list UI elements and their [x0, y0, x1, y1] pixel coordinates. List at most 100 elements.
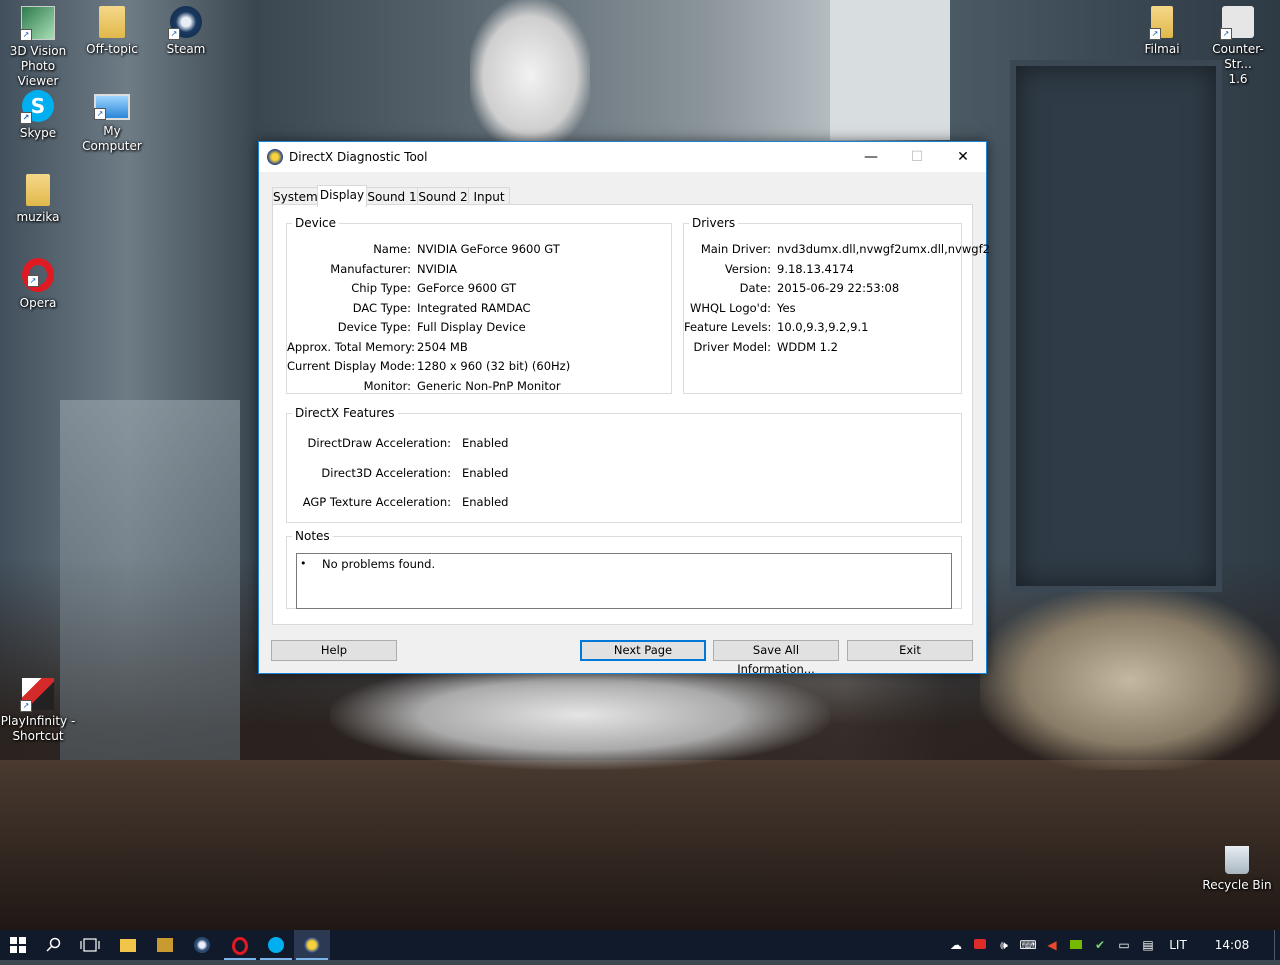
folder-icon: ↗: [1149, 6, 1173, 40]
field-label: Name:: [373, 242, 411, 256]
desktop-icon-label: Recycle Bin: [1202, 878, 1272, 892]
field-value: Full Display Device: [417, 320, 526, 334]
field-label: Monitor:: [363, 379, 411, 393]
skype-icon: [268, 937, 284, 953]
save-all-information-button[interactable]: Save All Information...: [713, 640, 839, 676]
app-icon: [157, 938, 173, 952]
search-button[interactable]: [36, 930, 72, 960]
field-label: WHQL Logo'd:: [689, 301, 771, 315]
desktop-icon-opera[interactable]: ↗ Opera: [0, 252, 76, 311]
field-value: nvd3dumx.dll,nvwgf2umx.dll,nvwgf2: [777, 242, 990, 256]
desktop-icon-my-computer[interactable]: ↗ My Computer: [74, 84, 150, 154]
taskbar-file-explorer[interactable]: [110, 930, 146, 960]
field-value: WDDM 1.2: [777, 340, 838, 354]
notes-box[interactable]: • No problems found.: [296, 553, 952, 609]
help-button[interactable]: Help: [271, 640, 397, 661]
field-value: Enabled: [462, 436, 509, 450]
clock[interactable]: 14:08: [1212, 930, 1252, 960]
notes-legend: Notes: [295, 529, 330, 543]
desktop-icon-label: muzika: [16, 210, 60, 224]
directx-diagnostic-window: DirectX Diagnostic Tool — ☐ ✕ System Dis…: [258, 141, 990, 676]
tab-display[interactable]: Display: [317, 185, 367, 207]
task-view-button[interactable]: [72, 930, 108, 960]
field-value: Yes: [777, 301, 796, 315]
search-icon: [46, 937, 61, 952]
field-value: Integrated RAMDAC: [417, 301, 531, 315]
onedrive-icon[interactable]: ☁: [946, 930, 966, 960]
desktop-icon-label: 3D Vision: [9, 44, 67, 58]
taskbar-steam[interactable]: [184, 930, 220, 960]
field-label: Current Display Mode:: [287, 359, 416, 373]
taskbar-app[interactable]: [147, 930, 183, 960]
taskbar-skype[interactable]: [258, 930, 294, 960]
field-label: Main Driver:: [700, 242, 771, 256]
field-value: 2015-06-29 22:53:08: [777, 281, 900, 295]
desktop-icon-muzika[interactable]: muzika: [0, 168, 76, 225]
desktop-icon-3d-vision[interactable]: ↗ 3D Vision Photo Viewer: [0, 0, 76, 89]
field-value: Enabled: [462, 495, 509, 509]
desktop-icon-steam[interactable]: ↗ Steam: [148, 0, 224, 57]
desktop-icon-recycle-bin[interactable]: Recycle Bin: [1199, 840, 1275, 893]
desktop-icon-label: PlayInfinity -: [0, 714, 76, 728]
drivers-legend: Drivers: [692, 216, 736, 230]
computer-icon: ↗: [94, 94, 130, 120]
field-label: Version:: [724, 262, 771, 276]
taskbar-opera[interactable]: [222, 930, 258, 960]
playinfinity-icon: ↗: [20, 678, 54, 712]
tray-app-icon[interactable]: [970, 930, 990, 960]
exit-button[interactable]: Exit: [847, 640, 973, 661]
desktop-icon-label: Filmai: [1144, 42, 1180, 56]
speaker-icon[interactable]: ◀: [1042, 930, 1062, 960]
nvidia-icon[interactable]: [1066, 930, 1086, 960]
desktop-icon-label: Counter-Str...: [1212, 42, 1264, 71]
field-label: Driver Model:: [693, 340, 771, 354]
features-legend: DirectX Features: [295, 406, 395, 420]
steam-icon: [194, 937, 210, 953]
drivers-group: Drivers Main Driver: nvd3dumx.dll,nvwgf2u…: [683, 216, 990, 394]
desktop-icon-filmai[interactable]: ↗ Filmai: [1124, 0, 1200, 57]
language-indicator[interactable]: LIT: [1164, 930, 1192, 960]
folder-icon: [99, 6, 125, 38]
field-label: Direct3D Acceleration:: [321, 466, 451, 480]
title-bar[interactable]: DirectX Diagnostic Tool — ☐ ✕: [259, 142, 986, 172]
field-label: Chip Type:: [351, 281, 411, 295]
minimize-button[interactable]: —: [848, 142, 894, 172]
directx-icon: [304, 937, 320, 953]
field-value: 10.0,9.3,9.2,9.1: [777, 320, 869, 334]
next-page-button[interactable]: Next Page: [580, 640, 706, 661]
security-icon[interactable]: ✔: [1090, 930, 1110, 960]
folder-icon: [26, 174, 50, 206]
show-desktop-button[interactable]: [1274, 930, 1280, 960]
field-label: Manufacturer:: [330, 262, 411, 276]
note-text: No problems found.: [322, 557, 436, 571]
task-view-icon: [80, 938, 100, 952]
field-value: Generic Non-PnP Monitor: [417, 379, 561, 393]
desktop-icon-label: Steam: [166, 42, 206, 56]
field-label: Device Type:: [337, 320, 411, 334]
keyboard-icon[interactable]: ⌨: [1018, 930, 1038, 960]
network-icon[interactable]: ▭: [1114, 930, 1134, 960]
display-tab-panel: Device Name: NVIDIA GeForce 9600 GT Manuf…: [272, 204, 990, 625]
close-button[interactable]: ✕: [940, 142, 986, 172]
field-value: 9.18.13.4174: [777, 262, 854, 276]
field-label: Approx. Total Memory:: [287, 340, 416, 354]
opera-icon: ↗: [22, 258, 54, 292]
action-center-icon[interactable]: ▤: [1138, 930, 1158, 960]
skype-icon: S ↗: [20, 90, 54, 124]
volume-icon[interactable]: 🕪: [994, 930, 1014, 960]
desktop-icon-skype[interactable]: S ↗ Skype: [0, 84, 76, 141]
field-value: 2504 MB: [417, 340, 468, 354]
start-button[interactable]: [0, 930, 36, 960]
desktop-icon-counter-strike[interactable]: ↗ Counter-Str... 1.6: [1200, 0, 1276, 87]
window-title: DirectX Diagnostic Tool: [289, 150, 428, 164]
taskbar-directx[interactable]: [294, 930, 330, 960]
field-value: NVIDIA GeForce 9600 GT: [417, 242, 560, 256]
field-value: Enabled: [462, 466, 509, 480]
opera-icon: [232, 937, 248, 955]
field-label: DirectDraw Acceleration:: [307, 436, 451, 450]
desktop-icon-playinfinity[interactable]: ↗ PlayInfinity - Shortcut: [0, 672, 76, 744]
desktop-icon-off-topic[interactable]: Off-topic: [74, 0, 150, 57]
notes-group: Notes • No problems found.: [286, 529, 962, 609]
maximize-button[interactable]: ☐: [894, 142, 940, 172]
desktop-icon-label: Shortcut: [12, 729, 64, 743]
